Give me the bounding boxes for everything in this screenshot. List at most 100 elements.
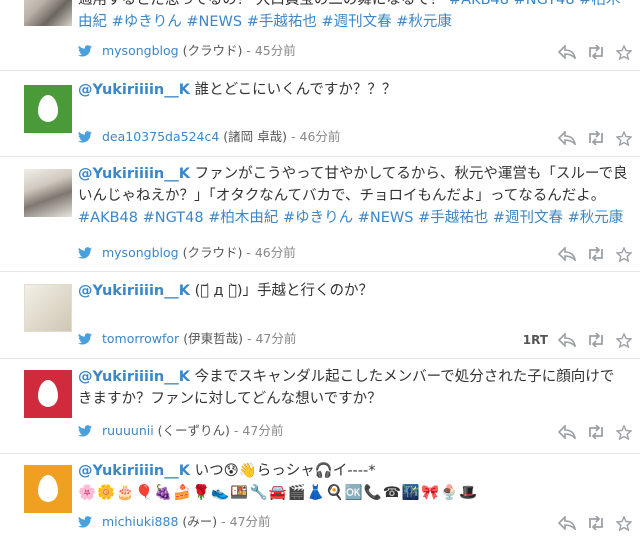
- favorite-icon[interactable]: [616, 44, 632, 60]
- tweet-text-line2: 由紀 #ゆきりん #NEWS #手越祐也 #週刊文春 #秋元康: [78, 11, 634, 33]
- mention-link[interactable]: @Yukiriiiin__K: [78, 82, 190, 98]
- hashtag[interactable]: #秋元康: [396, 14, 452, 30]
- tweet-body: 適用するとだ思ってるの？ 大口員宝の二の舞になるで？: [78, 0, 445, 8]
- mention-link[interactable]: @Yukiriiiin__K: [78, 166, 190, 182]
- twitter-bird-icon: [78, 515, 92, 533]
- hashtag[interactable]: #AKB48: [449, 0, 509, 8]
- tweet-feed: 適用するとだ思ってるの？ 大口員宝の二の舞になるで？ #AKB48 #NGT48…: [0, 0, 640, 545]
- default-egg-icon: [38, 380, 58, 407]
- twitter-bird-icon: [78, 130, 92, 148]
- favorite-icon[interactable]: [616, 130, 632, 146]
- via-link[interactable]: dea10375da524c4: [102, 129, 219, 144]
- reply-icon[interactable]: [558, 333, 576, 347]
- reply-icon[interactable]: [558, 516, 576, 530]
- mention-link[interactable]: @Yukiriiiin__K: [78, 463, 190, 479]
- retweet-icon[interactable]: [586, 333, 606, 347]
- hashtag[interactable]: #週刊文春: [493, 210, 563, 226]
- favorite-icon[interactable]: [616, 332, 632, 348]
- display-name: (クラウド): [182, 43, 243, 58]
- via-link[interactable]: michiuki888: [102, 514, 178, 529]
- default-egg-icon: [38, 95, 58, 122]
- tweet-text: @Yukiriiiin__K いつ😰👋らっシャ🎧イ----* 🌸🌼🎂🎈🍇🍰🌹👟🍱…: [78, 460, 634, 504]
- via-link[interactable]: mysongblog: [102, 245, 179, 260]
- tweet-body-line2: いんじゃねえか？」「オタクなんてバカで、チョロイもんだよ」ってなるんだよ。: [78, 188, 606, 204]
- favorite-icon[interactable]: [616, 246, 632, 262]
- mention-link[interactable]: @Yukiriiiin__K: [78, 369, 190, 385]
- via-link[interactable]: tomorrowfor: [102, 331, 179, 346]
- twitter-bird-icon: [78, 424, 92, 442]
- favorite-icon[interactable]: [616, 424, 632, 440]
- timestamp[interactable]: 45分前: [255, 43, 296, 58]
- default-egg-icon: [38, 475, 58, 502]
- favorite-icon[interactable]: [616, 515, 632, 531]
- reply-icon[interactable]: [558, 131, 576, 145]
- tweet-body: (･᷄ д ･᷅)」手越と行くのか？: [194, 283, 374, 299]
- via-link[interactable]: mysongblog: [102, 43, 179, 58]
- retweet-icon[interactable]: [586, 247, 606, 261]
- twitter-bird-icon: [78, 44, 92, 62]
- retweet-icon[interactable]: [586, 45, 606, 59]
- hashtag[interactable]: #週刊文春: [321, 14, 391, 30]
- display-name: (諸岡 卓哉): [223, 129, 288, 144]
- hashtag[interactable]: #ゆきりん: [112, 14, 182, 30]
- retweet-count[interactable]: 1RT: [523, 333, 548, 347]
- hashtag[interactable]: #AKB48: [78, 210, 138, 226]
- hashtag[interactable]: #秋元康: [568, 210, 624, 226]
- reply-icon[interactable]: [558, 247, 576, 261]
- tweet-actions: [558, 330, 632, 350]
- timestamp[interactable]: 47分前: [230, 514, 271, 529]
- tweet-text: @Yukiriiiin__K 誰とどこにいくんですか？？？: [78, 79, 634, 101]
- avatar[interactable]: [24, 0, 72, 26]
- hashtag[interactable]: #手越祐也: [418, 210, 488, 226]
- hashtag[interactable]: 由紀: [78, 14, 107, 30]
- avatar[interactable]: [24, 370, 72, 418]
- display-name: (くーずりん): [157, 423, 230, 438]
- tweet-meta: mysongblog (クラウド) - 45分前: [78, 42, 296, 60]
- tweet-item: @Yukiriiiin__K いつ😰👋らっシャ🎧イ----* 🌸🌼🎂🎈🍇🍰🌹👟🍱…: [0, 454, 640, 545]
- tweet-body: ファンがこうやって甘やかしてるから、秋元や運営も「スルーで良: [194, 166, 628, 182]
- hashtag[interactable]: #柏木: [579, 0, 620, 8]
- retweet-icon[interactable]: [586, 131, 606, 145]
- avatar[interactable]: [24, 169, 72, 217]
- tweet-text: @Yukiriiiin__K 今までスキャンダル起こしたメンバーで処分された子に…: [78, 366, 634, 410]
- hashtag[interactable]: #ゆきりん: [283, 210, 353, 226]
- timestamp[interactable]: 46分前: [300, 129, 341, 144]
- hashtag[interactable]: #NEWS: [358, 210, 414, 226]
- timestamp[interactable]: 46分前: [255, 245, 296, 260]
- mention-link[interactable]: @Yukiriiiin__K: [78, 283, 190, 299]
- hashtag[interactable]: #柏木由紀: [208, 210, 278, 226]
- tweet-body: いつ😰👋らっシャ🎧イ----*: [194, 463, 376, 479]
- tweet-actions: [558, 244, 632, 264]
- tweet-item: @Yukiriiiin__K 誰とどこにいくんですか？？？ dea10375da…: [0, 71, 640, 157]
- tweet-item: 適用するとだ思ってるの？ 大口員宝の二の舞になるで？ #AKB48 #NGT48…: [0, 0, 640, 71]
- tweet-item: @Yukiriiiin__K ファンがこうやって甘やかしてるから、秋元や運営も「…: [0, 157, 640, 272]
- via-link[interactable]: ruuuunii: [102, 423, 154, 438]
- tweet-actions: [558, 422, 632, 442]
- avatar[interactable]: [24, 284, 72, 332]
- tweet-text: @Yukiriiiin__K ファンがこうやって甘やかしてるから、秋元や運営も「…: [78, 163, 634, 229]
- avatar[interactable]: [24, 85, 72, 133]
- retweet-icon[interactable]: [586, 516, 606, 530]
- hashtag[interactable]: #手越祐也: [247, 14, 317, 30]
- timestamp[interactable]: 47分前: [255, 331, 296, 346]
- reply-icon[interactable]: [558, 45, 576, 59]
- tweet-item: @Yukiriiiin__K (･᷄ д ･᷅)」手越と行くのか？ tomorr…: [0, 272, 640, 359]
- twitter-bird-icon: [78, 246, 92, 264]
- display-name: (みー): [182, 514, 218, 529]
- hashtag[interactable]: #NGT48: [143, 210, 204, 226]
- tweet-body: 誰とどこにいくんですか？？？: [194, 82, 397, 98]
- avatar[interactable]: [24, 465, 72, 513]
- tweet-meta: tomorrowfor (伊東哲哉) - 47分前: [78, 330, 296, 348]
- reply-icon[interactable]: [558, 425, 576, 439]
- hashtag[interactable]: #NGT48: [514, 0, 575, 8]
- tweet-text: @Yukiriiiin__K (･᷄ д ･᷅)」手越と行くのか？: [78, 280, 634, 302]
- tweet-actions: [558, 128, 632, 148]
- tweet-body: 今までスキャンダル起こしたメンバーで処分された子に顔向けで: [194, 369, 615, 385]
- hashtag[interactable]: #NEWS: [186, 14, 242, 30]
- retweet-icon[interactable]: [586, 425, 606, 439]
- tweet-body-line2: 🌸🌼🎂🎈🍇🍰🌹👟🍱🔧🚘🎬👗🍳🆗📞☎🌃🎀🍨🎩: [78, 485, 479, 501]
- display-name: (クラウド): [182, 245, 243, 260]
- timestamp[interactable]: 47分前: [242, 423, 283, 438]
- tweet-body-line2: きますか？ファンに対してどんな想いですか？: [78, 391, 382, 407]
- display-name: (伊東哲哉): [183, 331, 243, 346]
